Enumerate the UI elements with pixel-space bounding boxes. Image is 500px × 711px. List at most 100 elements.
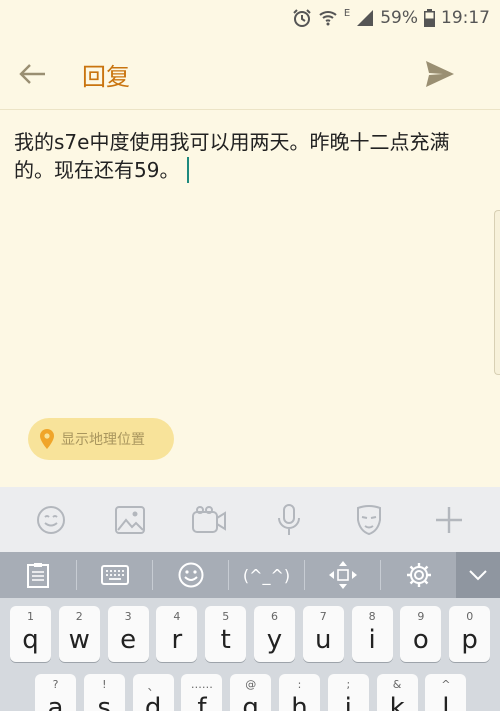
key-f[interactable]: …… f xyxy=(181,674,223,711)
cursor-control-button[interactable] xyxy=(305,552,380,598)
emoji-icon xyxy=(37,506,65,534)
clipboard-button[interactable] xyxy=(0,552,76,598)
plus-icon xyxy=(436,507,462,533)
mask-button[interactable] xyxy=(352,503,386,537)
battery-percent: 59% xyxy=(380,8,418,28)
message-text: 我的s7e中度使用我可以用两天。昨晚十二点充满的。现在还有59。 xyxy=(14,130,450,182)
key-label: g xyxy=(242,693,259,711)
keyboard: 1q2w3e4r5t6y7u8i9o0p ? a! s、 d…… f @ g: h; j & k ^ l xyxy=(0,598,500,711)
key-label: k xyxy=(389,693,405,711)
status-bar: E 59% 19:17 xyxy=(0,0,500,36)
key-label: t xyxy=(220,625,231,655)
image-icon xyxy=(115,506,145,534)
key-label: j xyxy=(344,693,352,711)
image-button[interactable] xyxy=(113,503,147,537)
key-hint: 1 xyxy=(27,610,34,623)
key-o[interactable]: 9o xyxy=(400,606,442,662)
emoji-keyboard-button[interactable] xyxy=(153,552,228,598)
key-label: s xyxy=(97,693,112,711)
keyboard-switch-button[interactable] xyxy=(77,552,152,598)
key-hint: …… xyxy=(190,678,213,691)
key-k[interactable]: & k xyxy=(376,674,418,711)
key-hint: 3 xyxy=(124,610,132,623)
key-label: r xyxy=(171,625,183,655)
show-location-button[interactable]: 显示地理位置 xyxy=(28,418,174,460)
key-hint: : xyxy=(297,678,302,691)
key-hint: 2 xyxy=(75,610,83,623)
key-l[interactable]: ^ l xyxy=(425,674,467,711)
collapse-toolbar-button[interactable] xyxy=(456,552,500,598)
network-type: E xyxy=(343,7,351,19)
key-hint: ^ xyxy=(441,678,451,691)
key-label: d xyxy=(144,693,162,711)
attachment-toolbar xyxy=(0,487,500,552)
microphone-icon xyxy=(278,504,300,535)
keyboard-toolbar: (^_^) xyxy=(0,552,500,598)
status-icons: E 59% 19:17 xyxy=(292,6,490,30)
key-label: a xyxy=(47,693,64,711)
key-label: e xyxy=(120,625,137,655)
kaomoji-button[interactable]: (^_^) xyxy=(229,552,304,598)
key-label: w xyxy=(68,625,90,655)
key-hint: @ xyxy=(245,678,257,691)
scroll-handle[interactable] xyxy=(494,210,500,375)
key-r[interactable]: 4r xyxy=(156,606,198,662)
key-t[interactable]: 5t xyxy=(205,606,247,662)
text-caret xyxy=(187,157,190,183)
alarm-icon xyxy=(292,8,312,28)
key-e[interactable]: 3e xyxy=(107,606,149,662)
video-button[interactable] xyxy=(192,503,226,537)
key-y[interactable]: 6y xyxy=(254,606,295,662)
voice-button[interactable] xyxy=(272,503,306,537)
kaomoji-label: (^_^) xyxy=(242,565,291,585)
emoji-button[interactable] xyxy=(34,503,68,537)
smiley-icon xyxy=(178,562,203,588)
key-hint: ? xyxy=(52,678,59,691)
key-g[interactable]: @ g xyxy=(230,674,272,711)
send-icon xyxy=(426,61,454,87)
video-icon xyxy=(192,506,226,533)
back-button[interactable] xyxy=(14,56,50,92)
battery-icon xyxy=(424,9,435,27)
key-hint: 5 xyxy=(222,610,230,623)
key-hint: 4 xyxy=(173,610,181,623)
key-label: o xyxy=(412,625,429,655)
keyboard-settings-button[interactable] xyxy=(381,552,456,598)
key-label: h xyxy=(291,693,308,711)
keyboard-icon xyxy=(100,565,129,585)
key-label: l xyxy=(442,693,450,711)
key-hint: ! xyxy=(102,678,107,691)
key-label: u xyxy=(315,625,332,655)
clipboard-icon xyxy=(27,563,49,588)
show-location-label: 显示地理位置 xyxy=(61,432,145,448)
clock: 19:17 xyxy=(441,8,490,28)
key-w[interactable]: 2w xyxy=(58,606,100,662)
key-s[interactable]: ! s xyxy=(83,674,125,711)
send-button[interactable] xyxy=(420,54,460,94)
key-d[interactable]: 、 d xyxy=(132,674,174,711)
mask-icon xyxy=(357,505,381,535)
key-a[interactable]: ? a xyxy=(35,674,76,711)
page-title: 回复 xyxy=(82,63,130,91)
collapse-icon xyxy=(469,570,487,581)
key-hint: 7 xyxy=(319,610,327,623)
wifi-icon xyxy=(318,8,338,28)
key-h[interactable]: :h xyxy=(279,674,320,711)
cursor-move-icon xyxy=(328,561,357,589)
key-hint: 8 xyxy=(368,610,376,623)
location-pin-icon xyxy=(40,429,54,449)
key-label: p xyxy=(461,625,478,655)
key-hint: & xyxy=(392,678,402,691)
key-hint: 、 xyxy=(147,680,159,693)
key-label: q xyxy=(22,625,39,655)
key-hint: 6 xyxy=(271,610,278,623)
key-q[interactable]: 1q xyxy=(10,606,51,662)
key-p[interactable]: 0p xyxy=(449,606,491,662)
more-button[interactable] xyxy=(432,503,466,537)
message-body-field[interactable]: 我的s7e中度使用我可以用两天。昨晚十二点充满的。现在还有59。 xyxy=(14,128,484,184)
key-label: y xyxy=(266,625,283,655)
key-j[interactable]: ; j xyxy=(327,674,369,711)
key-hint: ; xyxy=(346,678,351,691)
key-i[interactable]: 8i xyxy=(351,606,393,662)
key-u[interactable]: 7u xyxy=(302,606,344,662)
